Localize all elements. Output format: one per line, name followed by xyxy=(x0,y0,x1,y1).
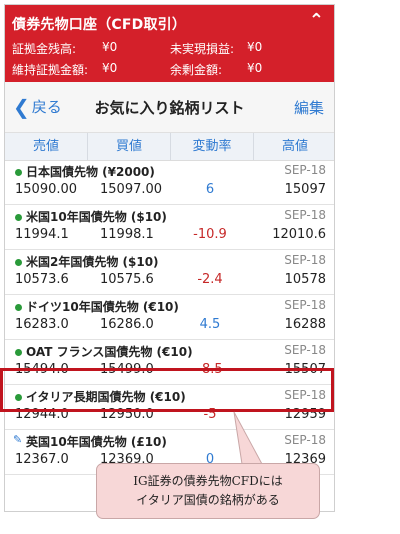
list-item[interactable]: 日本国債先物 (¥2000) SEP-18 15090.00 15097.00 6 150… xyxy=(5,160,334,205)
callout-line: IG証券の債券先物CFDには xyxy=(133,474,283,488)
contract-month: SEP-18 xyxy=(284,253,326,267)
instrument-name: ドイツ10年国債先物 (€10) xyxy=(26,300,179,314)
instrument-name: 日本国債先物 (¥2000) xyxy=(26,165,155,179)
unrealized-pl-value: ¥0 xyxy=(247,40,263,54)
high-price: 16288 xyxy=(284,317,326,332)
market-open-dot-icon xyxy=(15,349,22,356)
list-item[interactable]: 米国10年国債先物 ($10) SEP-18 11994.1 11998.1 -10.9… xyxy=(5,205,334,250)
market-open-dot-icon xyxy=(15,304,22,311)
account-title: 債券先物口座（CFD取引） xyxy=(12,17,187,33)
nav-bar: ❮ 戻る お気に入り銘柄リスト 編集 xyxy=(5,82,334,133)
high-price: 15097 xyxy=(284,182,326,197)
ask-price[interactable]: 16286.0 xyxy=(100,317,154,332)
change-value: -2.4 xyxy=(197,272,223,287)
bid-price[interactable]: 11994.1 xyxy=(15,227,69,242)
margin-balance-value: ¥0 xyxy=(102,40,118,54)
callout-pointer xyxy=(233,411,263,465)
maintenance-margin-label: 維持証拠金額: xyxy=(12,63,89,77)
ask-price[interactable]: 10575.6 xyxy=(100,272,154,287)
market-open-dot-icon xyxy=(15,169,22,176)
unrealized-pl-label: 未実現損益: xyxy=(170,42,235,56)
edit-button[interactable]: 編集 xyxy=(294,97,324,118)
column-ask[interactable]: 買値 xyxy=(88,133,171,160)
contract-month: SEP-18 xyxy=(284,163,326,177)
change-value: 4.5 xyxy=(199,317,221,332)
contract-month: SEP-18 xyxy=(284,208,326,222)
column-header: 売値 買値 変動率 高値 xyxy=(5,133,334,161)
high-price: 10578 xyxy=(284,272,326,287)
ask-price[interactable]: 15097.00 xyxy=(100,182,162,197)
highlight-box xyxy=(0,368,334,412)
high-price: 12010.6 xyxy=(272,227,326,242)
app-screen: 債券先物口座（CFD取引） ⌃ 証拠金残高: ¥0 未実現損益: ¥0 維持証拠… xyxy=(4,4,335,512)
bid-price[interactable]: 15090.00 xyxy=(15,182,77,197)
contract-month: SEP-18 xyxy=(284,433,326,447)
surplus-label: 余剰金額: xyxy=(170,63,223,77)
list-item[interactable]: 米国2年国債先物 ($10) SEP-18 10573.6 10575.6 -2.4 10… xyxy=(5,250,334,295)
market-open-dot-icon xyxy=(15,259,22,266)
margin-balance-label: 証拠金残高: xyxy=(12,42,77,56)
watchlist: 日本国債先物 (¥2000) SEP-18 15090.00 15097.00 6 150… xyxy=(5,160,334,475)
column-high[interactable]: 高値 xyxy=(254,133,334,160)
contract-month: SEP-18 xyxy=(284,343,326,357)
chevron-up-icon[interactable]: ⌃ xyxy=(309,10,324,31)
change-value: 6 xyxy=(205,182,215,197)
change-value: -10.9 xyxy=(193,227,227,242)
market-open-dot-icon xyxy=(15,214,22,221)
instrument-name: 米国10年国債先物 ($10) xyxy=(26,210,167,224)
column-bid[interactable]: 売値 xyxy=(5,133,88,160)
contract-month: SEP-18 xyxy=(284,298,326,312)
list-item[interactable]: ドイツ10年国債先物 (€10) SEP-18 16283.0 16286.0 4.5 1… xyxy=(5,295,334,340)
ask-price[interactable]: 11998.1 xyxy=(100,227,154,242)
maintenance-margin-value: ¥0 xyxy=(102,61,118,75)
bid-price[interactable]: 12367.0 xyxy=(15,452,69,467)
column-change[interactable]: 変動率 xyxy=(171,133,254,160)
instrument-name: 米国2年国債先物 ($10) xyxy=(26,255,159,269)
callout-note: IG証券の債券先物CFDには イタリア国債の銘柄がある xyxy=(96,463,320,519)
surplus-value: ¥0 xyxy=(247,61,263,75)
callout-line: イタリア国債の銘柄がある xyxy=(136,493,280,507)
account-header: 債券先物口座（CFD取引） ⌃ 証拠金残高: ¥0 未実現損益: ¥0 維持証拠… xyxy=(5,5,334,82)
instrument-name: OAT フランス国債先物 (€10) xyxy=(26,345,193,359)
instrument-name: 英国10年国債先物 (£10) xyxy=(26,435,167,449)
page-title: お気に入り銘柄リスト xyxy=(94,99,245,117)
bid-price[interactable]: 10573.6 xyxy=(15,272,69,287)
bid-price[interactable]: 16283.0 xyxy=(15,317,69,332)
pencil-icon: ✎ xyxy=(13,433,23,446)
